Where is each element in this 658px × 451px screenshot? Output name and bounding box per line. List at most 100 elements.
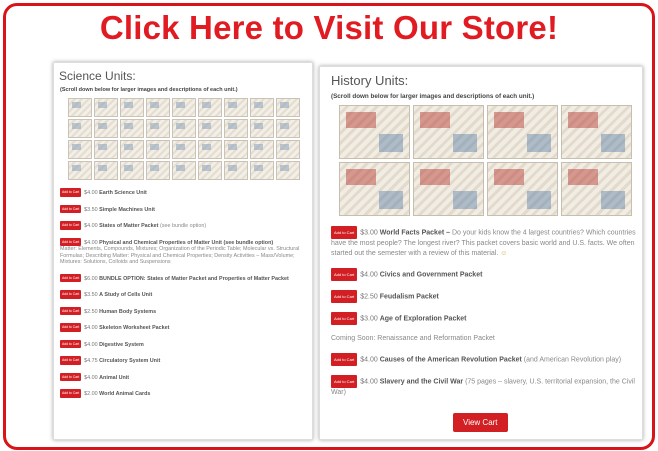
product-thumbnail[interactable]: [120, 161, 144, 180]
science-thumbnail-grid: [68, 98, 302, 180]
add-to-cart-button[interactable]: Add to Cart: [60, 372, 82, 381]
product-thumbnail[interactable]: [224, 161, 248, 180]
add-to-cart-button[interactable]: Add to Cart: [331, 226, 358, 239]
product-thumbnail[interactable]: [68, 119, 92, 138]
product-thumbnail[interactable]: [172, 98, 196, 117]
item-title: Civics and Government Packet: [379, 271, 483, 279]
product-thumbnail[interactable]: [413, 162, 484, 216]
product-thumbnail[interactable]: [561, 162, 632, 216]
view-cart-button[interactable]: View Cart: [453, 413, 508, 432]
product-thumbnail[interactable]: [224, 119, 248, 138]
list-item: Add to Cart $4.00 Civics and Government P…: [331, 268, 636, 281]
add-to-cart-button[interactable]: Add to Cart: [331, 375, 358, 388]
product-thumbnail[interactable]: [68, 98, 92, 117]
add-to-cart-button[interactable]: Add to Cart: [60, 356, 82, 365]
product-thumbnail[interactable]: [250, 119, 274, 138]
product-thumbnail[interactable]: [198, 119, 222, 138]
add-to-cart-button[interactable]: Add to Cart: [60, 323, 82, 332]
add-to-cart-button[interactable]: Add to Cart: [60, 204, 82, 213]
item-price: $2.00: [84, 391, 98, 397]
product-thumbnail[interactable]: [68, 140, 92, 159]
product-thumbnail[interactable]: [94, 140, 118, 159]
product-thumbnail[interactable]: [120, 140, 144, 159]
list-item: Add to Cart $4.00 Skeleton Worksheet Pack…: [60, 323, 312, 332]
product-thumbnail[interactable]: [276, 98, 300, 117]
add-to-cart-button[interactable]: Add to Cart: [331, 290, 358, 303]
product-thumbnail[interactable]: [561, 105, 632, 159]
add-to-cart-button[interactable]: Add to Cart: [60, 188, 82, 197]
list-item: Add to Cart $4.00 Slavery and the Civil W…: [331, 375, 636, 398]
add-to-cart-button[interactable]: Add to Cart: [60, 339, 82, 348]
add-to-cart-button[interactable]: Add to Cart: [60, 221, 82, 230]
item-price: $2.50: [360, 293, 378, 301]
product-thumbnail[interactable]: [146, 140, 170, 159]
item-title: BUNDLE OPTION: States of Matter Packet a…: [99, 275, 289, 282]
product-thumbnail[interactable]: [487, 162, 558, 216]
product-thumbnail[interactable]: [198, 140, 222, 159]
product-thumbnail[interactable]: [224, 98, 248, 117]
product-thumbnail[interactable]: [172, 119, 196, 138]
product-thumbnail[interactable]: [198, 98, 222, 117]
product-thumbnail[interactable]: [68, 161, 92, 180]
product-thumbnail[interactable]: [276, 161, 300, 180]
item-title: Animal Unit: [99, 374, 130, 381]
list-item: Add to Cart $4.00 Digestive System: [60, 339, 312, 348]
history-units-panel: History Units: (Scroll down below for la…: [319, 66, 643, 440]
history-item-list: Add to Cart $3.00 World Facts Packet – Do…: [331, 226, 636, 398]
list-item: Add to Cart $2.00 World Animal Cards: [60, 389, 312, 398]
product-thumbnail[interactable]: [276, 119, 300, 138]
list-item: Add to Cart $3.50 Simple Machines Unit: [60, 204, 312, 213]
list-item: Add to Cart $4.75 Circulatory System Unit: [60, 356, 312, 365]
product-thumbnail[interactable]: [172, 161, 196, 180]
item-title: Digestive System: [99, 341, 144, 348]
product-thumbnail[interactable]: [276, 140, 300, 159]
item-title: Simple Machines Unit: [99, 206, 155, 213]
science-item-list: Add to Cart $4.00 Earth Science Unit Add …: [60, 188, 312, 398]
item-title: Causes of the American Revolution Packet: [379, 356, 522, 364]
item-price: $4.00: [84, 239, 98, 246]
list-item: Add to Cart $4.00 Physical and Chemical P…: [60, 237, 312, 266]
coming-soon-note: Coming Soon: Renaissance and Reformation…: [331, 335, 495, 342]
product-thumbnail[interactable]: [224, 140, 248, 159]
science-units-title: Science Units:: [59, 69, 136, 83]
list-item: Add to Cart $3.00 Age of Exploration Pack…: [331, 312, 636, 325]
item-title: Human Body Systems: [99, 308, 157, 315]
visit-store-headline[interactable]: Click Here to Visit Our Store!: [6, 8, 652, 48]
product-thumbnail[interactable]: [250, 140, 274, 159]
product-thumbnail[interactable]: [120, 119, 144, 138]
item-title: A Study of Cells Unit: [99, 292, 153, 298]
list-item: Add to Cart $2.50 Human Body Systems: [60, 306, 312, 315]
product-thumbnail[interactable]: [339, 105, 410, 159]
add-to-cart-button[interactable]: Add to Cart: [60, 290, 82, 299]
store-banner-frame[interactable]: Click Here to Visit Our Store! Science U…: [3, 3, 655, 450]
product-thumbnail[interactable]: [146, 161, 170, 180]
item-price: $3.50: [84, 292, 98, 298]
list-item: Add to Cart $6.00 BUNDLE OPTION: States o…: [60, 273, 312, 282]
item-description: Matter: Elements, Compounds, Mixtures; O…: [60, 246, 300, 265]
product-thumbnail[interactable]: [198, 161, 222, 180]
item-title: Slavery and the Civil War: [379, 378, 464, 386]
add-to-cart-button[interactable]: Add to Cart: [331, 353, 358, 366]
product-thumbnail[interactable]: [94, 98, 118, 117]
product-thumbnail[interactable]: [172, 140, 196, 159]
list-item: Add to Cart $4.00 Animal Unit: [60, 372, 312, 381]
product-thumbnail[interactable]: [146, 119, 170, 138]
product-thumbnail[interactable]: [94, 161, 118, 180]
add-to-cart-button[interactable]: Add to Cart: [60, 273, 82, 282]
product-thumbnail[interactable]: [120, 98, 144, 117]
product-thumbnail[interactable]: [339, 162, 410, 216]
product-thumbnail[interactable]: [146, 98, 170, 117]
science-units-subtitle: (Scroll down below for larger images and…: [60, 87, 238, 93]
product-thumbnail[interactable]: [487, 105, 558, 159]
add-to-cart-button[interactable]: Add to Cart: [60, 237, 82, 246]
product-thumbnail[interactable]: [94, 119, 118, 138]
add-to-cart-button[interactable]: Add to Cart: [331, 268, 358, 281]
product-thumbnail[interactable]: [413, 105, 484, 159]
product-thumbnail[interactable]: [250, 161, 274, 180]
add-to-cart-button[interactable]: Add to Cart: [60, 306, 82, 315]
item-price: $4.00: [360, 378, 378, 386]
list-item: Add to Cart $4.00 Earth Science Unit: [60, 188, 312, 197]
add-to-cart-button[interactable]: Add to Cart: [331, 312, 358, 325]
product-thumbnail[interactable]: [250, 98, 274, 117]
add-to-cart-button[interactable]: Add to Cart: [60, 389, 82, 398]
